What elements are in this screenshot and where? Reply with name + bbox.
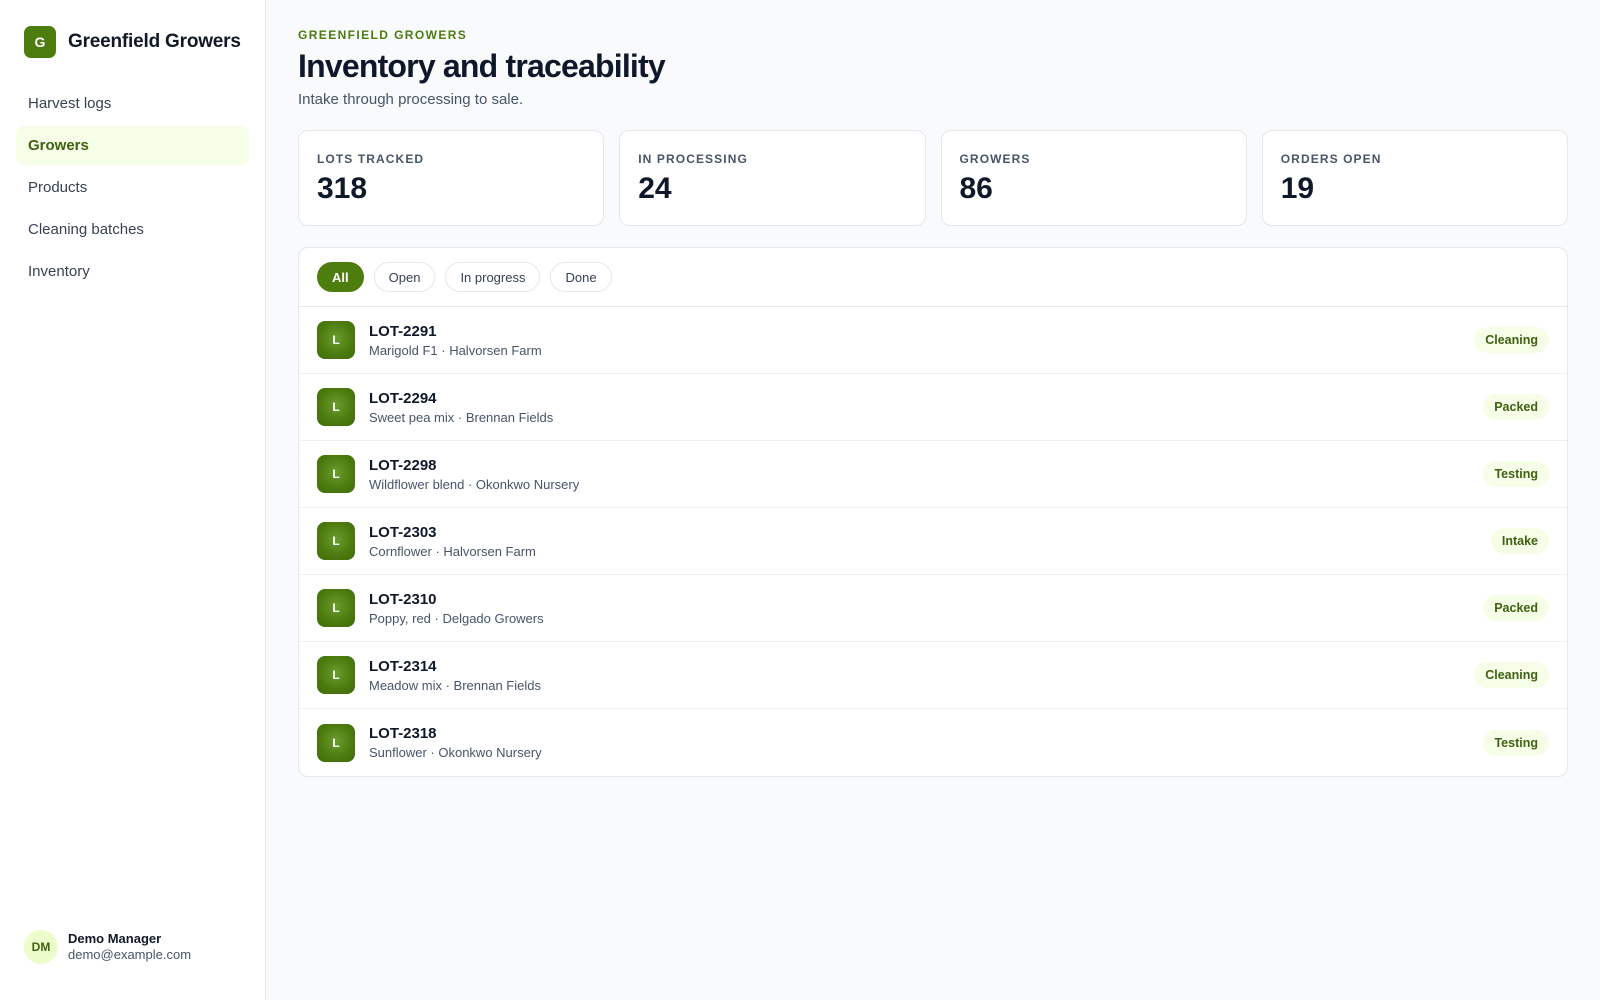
- stat-label: ORDERS OPEN: [1280, 152, 1382, 166]
- filter-chip-done[interactable]: Done: [550, 262, 612, 292]
- filter-chips: All Open In progress Done: [299, 248, 1567, 307]
- stat-card-orders-open: ORDERS OPEN 19: [1261, 130, 1568, 226]
- page-title: Inventory and traceability: [298, 48, 666, 84]
- sidebar: G Greenfield Growers Harvest logs Grower…: [0, 0, 266, 1000]
- lot-text: LOT-2294 Sweet pea mix · Brennan Fields: [369, 390, 1483, 425]
- stat-value: 318: [317, 172, 368, 205]
- lot-id: LOT-2314: [369, 657, 437, 675]
- user-profile[interactable]: DM Demo Manager demo@example.com: [16, 930, 249, 984]
- lot-text: LOT-2310 Poppy, red · Delgado Growers: [369, 591, 1483, 626]
- lot-description: Sweet pea mix · Brennan Fields: [369, 409, 554, 425]
- lot-icon: L: [317, 388, 355, 426]
- sidebar-item-products[interactable]: Products: [16, 168, 249, 207]
- sidebar-item-harvest-logs[interactable]: Harvest logs: [16, 84, 249, 123]
- status-badge: Testing: [1483, 729, 1549, 756]
- lot-text: LOT-2298 Wildflower blend · Okonkwo Nurs…: [369, 457, 1483, 492]
- lot-text: LOT-2303 Cornflower · Halvorsen Farm: [369, 524, 1491, 559]
- user-name: Demo Manager: [68, 931, 162, 946]
- lot-icon: L: [317, 522, 355, 560]
- stat-card-growers: GROWERS 86: [940, 130, 1247, 226]
- lot-id: LOT-2294: [369, 389, 437, 407]
- page-eyebrow: GREENFIELD GROWERS: [298, 28, 468, 42]
- lot-id: LOT-2291: [369, 322, 437, 340]
- brand-name: Greenfield Growers: [68, 31, 241, 52]
- stat-label: LOTS TRACKED: [317, 152, 425, 166]
- lot-description: Sunflower · Okonkwo Nursery: [369, 745, 542, 760]
- lot-icon: L: [317, 656, 355, 694]
- stat-value: 24: [638, 172, 672, 205]
- lot-icon: L: [317, 321, 355, 359]
- stat-card-in-processing: IN PROCESSING 24: [619, 130, 926, 226]
- sidebar-item-growers[interactable]: Growers: [16, 126, 249, 165]
- lot-icon: L: [317, 589, 355, 627]
- lot-description: Meadow mix · Brennan Fields: [369, 677, 541, 693]
- lot-id: LOT-2318: [369, 725, 437, 742]
- lot-row[interactable]: L LOT-2310 Poppy, red · Delgado Growers …: [299, 575, 1567, 642]
- stat-label: GROWERS: [959, 152, 1031, 166]
- brand[interactable]: G Greenfield Growers: [16, 24, 249, 58]
- lot-id: LOT-2310: [369, 590, 437, 608]
- stats-grid: LOTS TRACKED 318 IN PROCESSING 24 GROWER…: [298, 130, 1568, 226]
- lot-row[interactable]: L LOT-2291 Marigold F1 · Halvorsen Farm …: [299, 307, 1567, 374]
- user-info: Demo Manager demo@example.com: [68, 931, 191, 963]
- stat-value: 19: [1280, 172, 1315, 205]
- sidebar-item-cleaning-batches[interactable]: Cleaning batches: [16, 210, 249, 249]
- sidebar-item-inventory[interactable]: Inventory: [16, 252, 249, 291]
- lot-row[interactable]: L LOT-2294 Sweet pea mix · Brennan Field…: [299, 374, 1567, 441]
- lot-text: LOT-2318 Sunflower · Okonkwo Nursery: [369, 725, 1483, 760]
- lot-text: LOT-2314 Meadow mix · Brennan Fields: [369, 658, 1474, 693]
- main-content: GREENFIELD GROWERS Inventory and traceab…: [266, 0, 1600, 1000]
- user-email: demo@example.com: [68, 947, 192, 962]
- stat-card-lots-tracked: LOTS TRACKED 318: [298, 130, 605, 226]
- page-subtitle: Intake through processing to sale.: [298, 91, 524, 108]
- stat-label: IN PROCESSING: [638, 152, 748, 166]
- filter-chip-in-progress[interactable]: In progress: [445, 262, 541, 292]
- lot-description: Wildflower blend · Okonkwo Nursery: [369, 476, 580, 492]
- status-badge: Cleaning: [1474, 327, 1549, 353]
- lot-row[interactable]: L LOT-2314 Meadow mix · Brennan Fields C…: [299, 642, 1567, 709]
- filter-chip-all[interactable]: All: [317, 262, 364, 292]
- lot-row[interactable]: L LOT-2318 Sunflower · Okonkwo Nursery T…: [299, 709, 1567, 776]
- lot-description: Marigold F1 · Halvorsen Farm: [369, 342, 542, 358]
- lot-list-card: All Open In progress Done L LOT-2291 Mar…: [298, 247, 1568, 777]
- lot-row[interactable]: L LOT-2303 Cornflower · Halvorsen Farm I…: [299, 508, 1567, 575]
- stat-value: 86: [959, 172, 993, 205]
- lot-icon: L: [317, 455, 355, 493]
- lot-description: Cornflower · Halvorsen Farm: [369, 543, 536, 559]
- status-badge: Testing: [1483, 461, 1549, 487]
- status-badge: Packed: [1483, 394, 1549, 420]
- lot-icon: L: [317, 723, 355, 762]
- lot-row[interactable]: L LOT-2298 Wildflower blend · Okonkwo Nu…: [299, 441, 1567, 508]
- status-badge: Cleaning: [1474, 662, 1549, 688]
- lot-id: LOT-2303: [369, 523, 437, 541]
- avatar: DM: [24, 930, 58, 964]
- status-badge: Intake: [1490, 528, 1549, 554]
- sidebar-nav: Harvest logs Growers Products Cleaning b…: [16, 84, 249, 291]
- lot-description: Poppy, red · Delgado Growers: [369, 610, 544, 626]
- status-badge: Packed: [1483, 595, 1549, 621]
- lot-text: LOT-2291 Marigold F1 · Halvorsen Farm: [369, 323, 1474, 358]
- lot-id: LOT-2298: [369, 456, 437, 474]
- filter-chip-open[interactable]: Open: [373, 262, 436, 292]
- brand-logo: G: [24, 26, 56, 58]
